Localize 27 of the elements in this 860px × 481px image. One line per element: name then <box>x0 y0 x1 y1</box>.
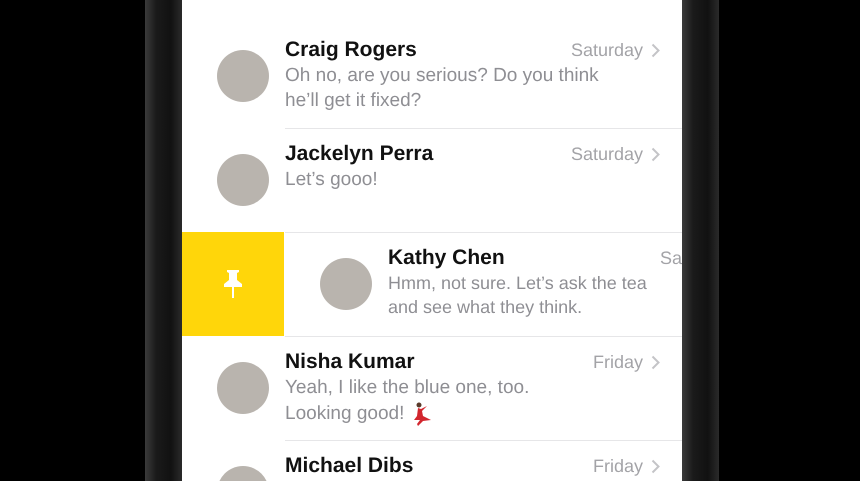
contact-name: Kathy Chen <box>388 246 506 270</box>
avatar-photo-placeholder <box>217 50 269 102</box>
avatar-photo-placeholder <box>320 258 372 310</box>
chevron-icon <box>651 354 660 370</box>
message-preview: Let’s gooo! <box>285 169 378 191</box>
chevron-icon <box>651 42 660 58</box>
message-time: Friday <box>592 352 643 372</box>
message-preview: Oh no, are you serious? Do you think <box>285 65 599 87</box>
message-preview: Yeah, I like the blue one, too. <box>285 377 530 399</box>
contact-name: Jackelyn Perra <box>285 142 434 166</box>
chevron-icon <box>651 146 660 162</box>
message-preview: and see what they think. <box>388 297 582 318</box>
avatar-photo-placeholder <box>217 154 269 206</box>
pin-button[interactable] <box>182 232 284 336</box>
message-preview: Hmm, not sure. Let’s ask the tea <box>388 273 647 294</box>
pin-icon <box>222 269 244 299</box>
contact-name: Nisha Kumar <box>285 350 416 374</box>
message-time: Sa <box>660 248 682 268</box>
contact-name: Michael Dibs <box>285 454 414 478</box>
message-time: Saturday <box>570 144 643 164</box>
message-preview: he’ll get it fixed? <box>285 90 422 112</box>
avatar-photo-placeholder <box>217 362 269 414</box>
contact-name: Craig Rogers <box>285 38 418 62</box>
message-preview: Looking good! <box>285 403 404 425</box>
message-time: Friday <box>592 456 643 476</box>
chevron-icon <box>651 458 660 474</box>
message-time: Saturday <box>570 40 643 60</box>
